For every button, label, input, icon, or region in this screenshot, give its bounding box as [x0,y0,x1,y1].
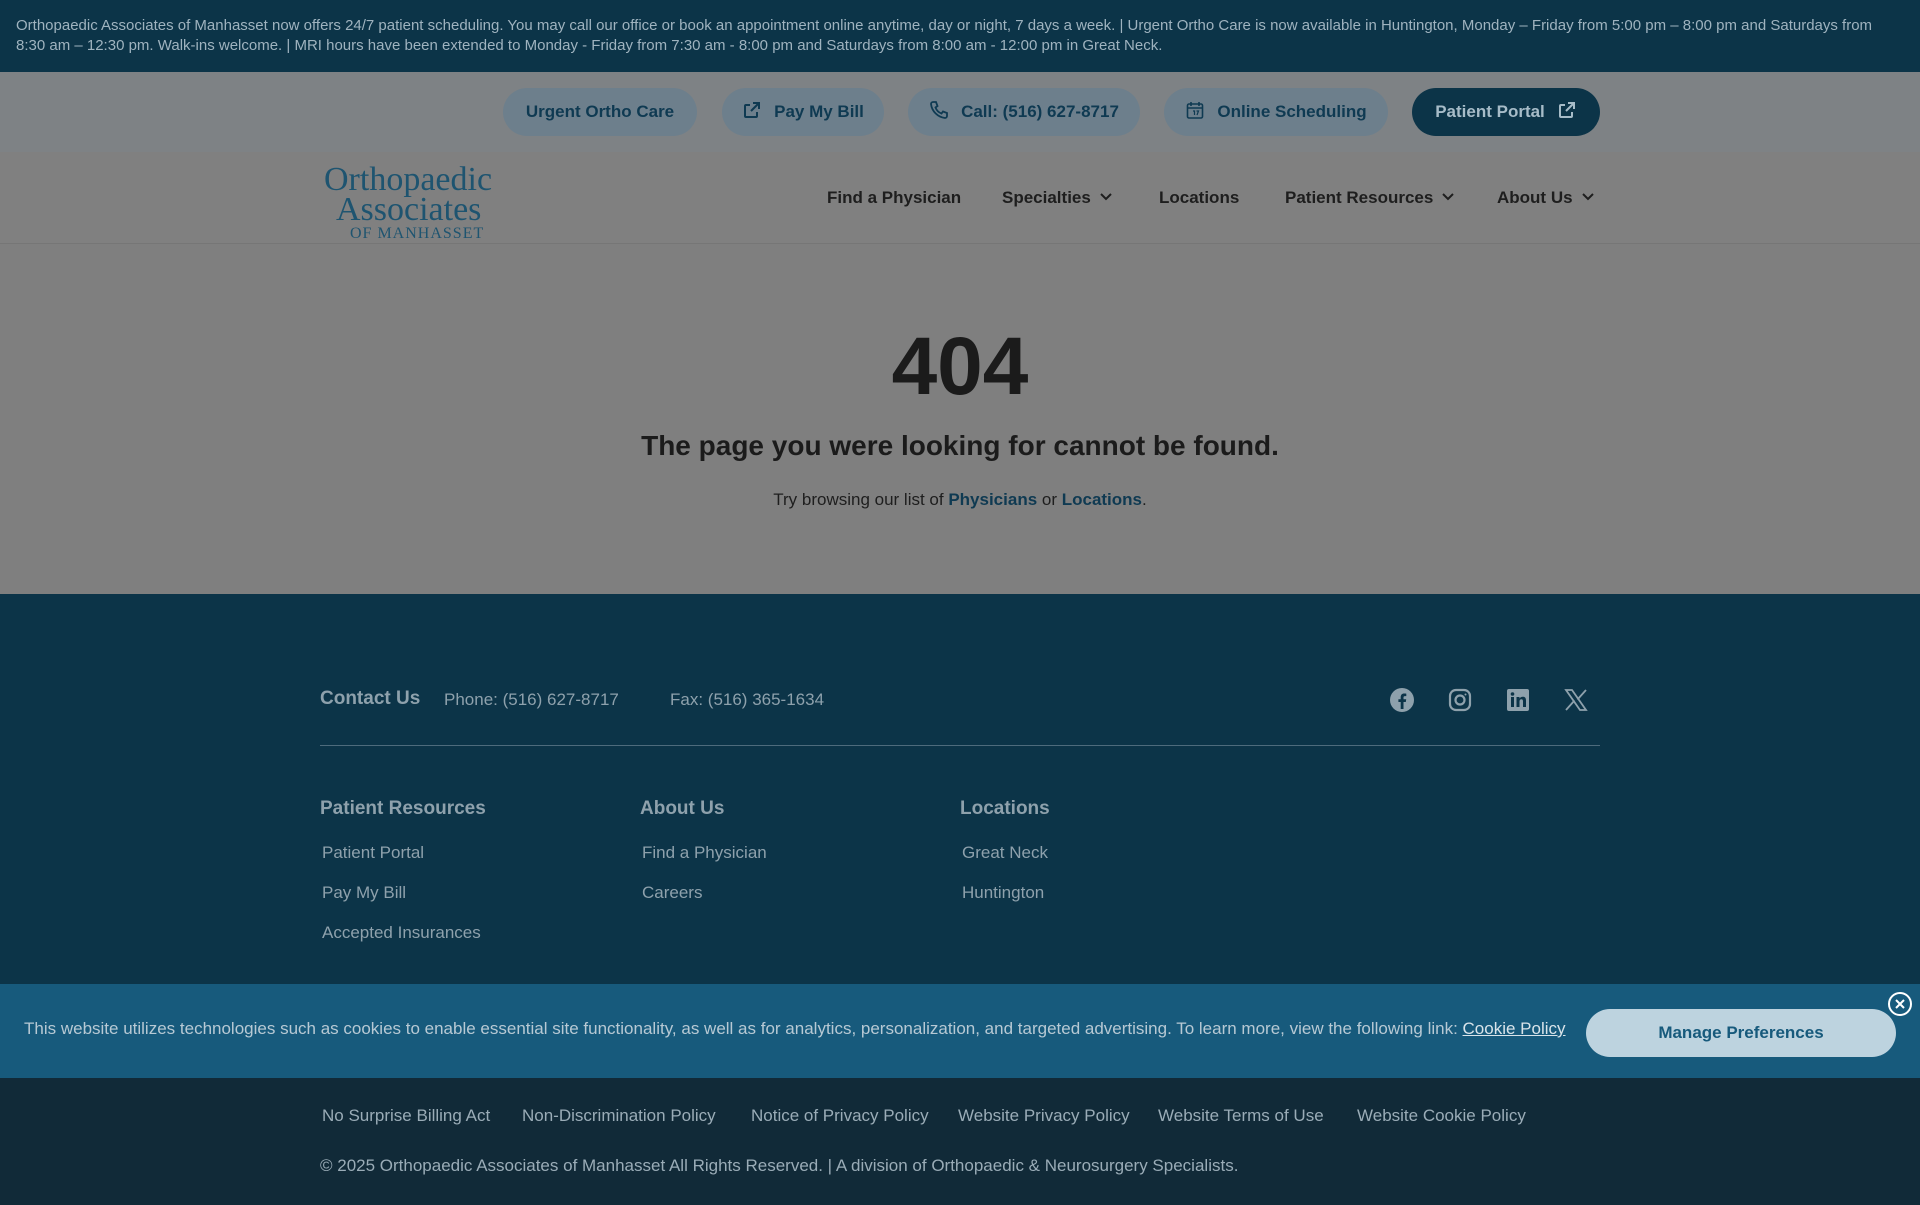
error-message: The page you were looking for cannot be … [641,430,1279,461]
footer-link-pay-my-bill[interactable]: Pay My Bill [322,883,406,903]
cookie-text: This website utilizes technologies such … [24,1019,1566,1039]
facebook-icon[interactable] [1388,686,1416,714]
nav-specialties-label: Specialties [1002,188,1091,207]
legal-link-non-discrimination[interactable]: Non-Discrimination Policy [522,1106,716,1126]
svg-text:Associates: Associates [336,191,481,228]
announcement-text: Orthopaedic Associates of Manhasset now … [16,17,1873,54]
cookie-message: This website utilizes technologies such … [24,1019,1463,1038]
nav-patient-resources[interactable]: Patient Resources [1285,188,1455,208]
external-link-icon [742,100,762,125]
error-hint: Try browsing our list of Physicians or L… [0,490,1920,510]
urgent-ortho-care-button[interactable]: Urgent Ortho Care [503,88,697,136]
call-label: Call: (516) 627-8717 [961,102,1119,121]
cookie-banner: This website utilizes technologies such … [0,984,1920,1078]
footer-phone[interactable]: Phone: (516) 627-8717 [444,690,619,710]
legal-link-notice-privacy[interactable]: Notice of Privacy Policy [751,1106,929,1126]
main-header: Orthopaedic Associates OF MANHASSET Find… [0,152,1920,244]
footer-link-find-physician[interactable]: Find a Physician [642,843,767,863]
nav-locations-label: Locations [1159,188,1240,207]
footer-link-great-neck[interactable]: Great Neck [962,843,1048,863]
legal-link-cookie-policy[interactable]: Website Cookie Policy [1357,1106,1526,1126]
pay-my-bill-button[interactable]: Pay My Bill [722,88,884,136]
error-hint-or: or [1037,490,1062,509]
footer-col-about-us-title: About Us [640,798,725,819]
online-scheduling-label: Online Scheduling [1217,102,1367,121]
nav-specialties[interactable]: Specialties [1002,188,1113,208]
footer-link-careers[interactable]: Careers [642,883,702,903]
online-scheduling-button[interactable]: Online Scheduling [1164,88,1388,136]
legal-link-website-privacy[interactable]: Website Privacy Policy [958,1106,1130,1126]
legal-bar: No Surprise Billing Act Non-Discriminati… [0,1078,1920,1205]
patient-portal-button[interactable]: Patient Portal [1412,88,1600,136]
legal-link-no-surprise-billing[interactable]: No Surprise Billing Act [322,1106,490,1126]
manage-preferences-button[interactable]: Manage Preferences [1586,1009,1896,1057]
instagram-icon[interactable] [1446,686,1474,714]
phone-icon [929,100,949,125]
svg-text:OF MANHASSET: OF MANHASSET [350,225,484,240]
announcement-bar: Orthopaedic Associates of Manhasset now … [0,0,1920,72]
calendar-icon [1185,100,1205,125]
footer-col-patient-resources-title: Patient Resources [320,798,486,819]
close-icon[interactable] [1888,992,1912,1016]
pay-my-bill-label: Pay My Bill [774,102,864,121]
footer-link-patient-portal[interactable]: Patient Portal [322,843,424,863]
footer-link-huntington[interactable]: Huntington [962,883,1044,903]
chevron-down-icon [1099,188,1113,208]
error-hint-prefix: Try browsing our list of [773,490,949,509]
nav-about-us-label: About Us [1497,188,1573,207]
contact-us-heading: Contact Us [320,688,421,709]
error-hint-suffix: . [1142,490,1147,509]
nav-about-us[interactable]: About Us [1497,188,1595,208]
footer-divider [320,745,1600,746]
site-logo[interactable]: Orthopaedic Associates OF MANHASSET [324,160,514,242]
nav-find-physician[interactable]: Find a Physician [827,188,961,208]
external-link-icon [1557,100,1577,125]
chevron-down-icon [1441,188,1455,208]
call-button[interactable]: Call: (516) 627-8717 [908,88,1140,136]
nav-find-physician-label: Find a Physician [827,188,962,207]
nav-patient-resources-label: Patient Resources [1285,188,1434,207]
footer-fax: Fax: (516) 365-1634 [670,690,825,709]
copyright: © 2025 Orthopaedic Associates of Manhass… [320,1156,1239,1175]
footer-col-locations-title: Locations [960,798,1050,819]
urgent-ortho-care-label: Urgent Ortho Care [525,102,675,121]
patient-portal-label: Patient Portal [1435,102,1545,121]
nav-locations[interactable]: Locations [1159,188,1239,208]
legal-link-terms-of-use[interactable]: Website Terms of Use [1158,1106,1324,1126]
locations-link[interactable]: Locations [1062,490,1142,509]
linkedin-icon[interactable] [1504,686,1532,714]
chevron-down-icon [1581,188,1595,208]
cookie-policy-link[interactable]: Cookie Policy [1463,1019,1566,1038]
utility-bar: Urgent Ortho Care Pay My Bill Call: (516… [0,72,1920,152]
x-icon[interactable] [1562,686,1590,714]
footer-link-accepted-insurances[interactable]: Accepted Insurances [322,923,481,943]
physicians-link[interactable]: Physicians [948,490,1037,509]
error-code: 404 [891,321,1029,412]
